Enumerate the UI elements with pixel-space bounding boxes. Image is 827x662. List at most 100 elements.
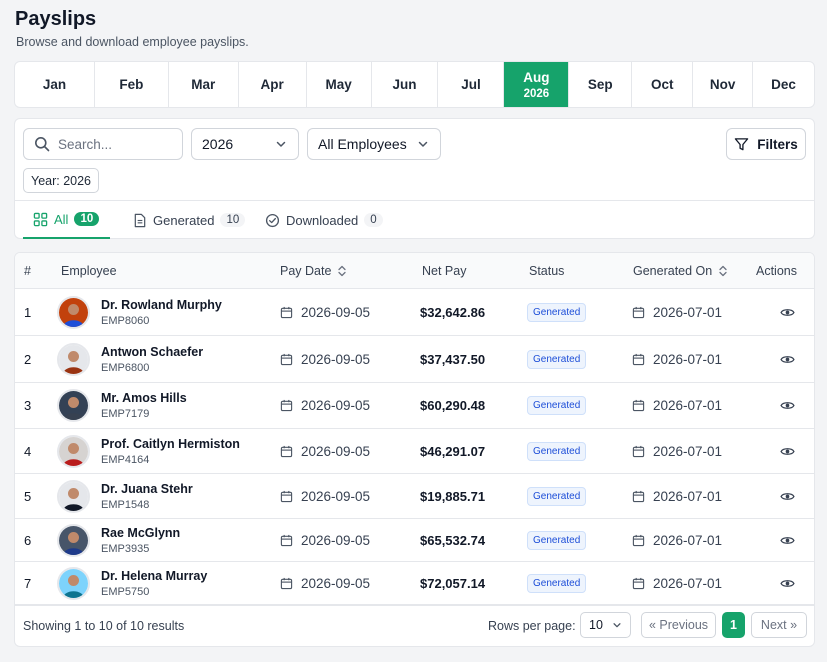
month-jul[interactable]: Jul	[438, 62, 505, 107]
employee-id: EMP1548	[101, 498, 150, 511]
filters-button[interactable]: Filters	[726, 128, 806, 160]
month-aug[interactable]: Aug 2026	[504, 62, 570, 107]
employee-name: Dr. Rowland Murphy	[101, 297, 222, 312]
year-select-value: 2026	[202, 136, 234, 152]
previous-page-button[interactable]: « Previous	[641, 612, 716, 638]
month-selector: Jan Feb Mar Apr May Jun Jul Aug 2026 Sep Oct Nov Dec	[14, 61, 815, 108]
pay-date-value: 2026-09-05	[301, 575, 371, 591]
avatar	[57, 295, 90, 329]
employee-cell: Rae McGlynn EMP3935	[57, 519, 180, 561]
calendar-icon	[280, 490, 293, 503]
employee-name: Prof. Caitlyn Hermiston	[101, 436, 240, 451]
month-nov[interactable]: Nov	[693, 62, 754, 107]
rows-per-page-select[interactable]: 10	[580, 612, 631, 638]
generated-on-cell: 2026-07-01	[632, 429, 722, 473]
generated-on-value: 2026-07-01	[653, 575, 723, 591]
calendar-icon	[280, 353, 293, 366]
row-number: 5	[24, 488, 32, 504]
month-sep[interactable]: Sep	[569, 62, 633, 107]
table-footer: Showing 1 to 10 of 10 results Rows per p…	[15, 605, 814, 646]
eye-icon	[780, 535, 795, 546]
month-may[interactable]: May	[307, 62, 372, 107]
month-label: Nov	[709, 77, 736, 92]
employee-id: EMP8060	[101, 314, 150, 327]
active-filter-chip[interactable]: Year: 2026	[23, 168, 100, 193]
sort-icon	[338, 265, 347, 277]
month-feb[interactable]: Feb	[95, 62, 169, 107]
month-apr[interactable]: Apr	[239, 62, 307, 107]
year-select[interactable]: 2026	[191, 128, 299, 160]
avatar	[57, 566, 90, 600]
next-page-button[interactable]: Next »	[751, 612, 807, 638]
month-label: Apr	[260, 77, 284, 92]
month-dec[interactable]: Dec	[753, 62, 814, 107]
header-status: Status	[529, 264, 565, 278]
view-button[interactable]	[780, 519, 795, 561]
view-button[interactable]	[780, 383, 795, 428]
calendar-icon	[280, 445, 293, 458]
calendar-icon	[632, 353, 645, 366]
table-row: 6 Rae McGlynn EMP3935 2026-09-05 $65,532.74 G…	[15, 519, 814, 562]
status-badge: Generated	[527, 530, 587, 550]
net-pay-value: $37,437.50	[420, 351, 486, 367]
chevron-down-icon	[418, 141, 428, 147]
generated-on-value: 2026-07-01	[653, 351, 723, 367]
filters-button-label: Filters	[757, 136, 798, 152]
eye-icon	[780, 354, 795, 365]
month-oct[interactable]: Oct	[632, 62, 694, 107]
search-input[interactable]	[58, 136, 168, 152]
tab-label: Downloaded	[286, 212, 359, 228]
status-badge: Generated	[527, 396, 587, 415]
status-cell: Generated	[527, 474, 587, 518]
status-badge: Generated	[527, 302, 587, 322]
eye-icon	[780, 446, 795, 457]
employee-select[interactable]: All Employees	[307, 128, 441, 160]
view-button[interactable]	[780, 336, 795, 382]
row-number: 6	[24, 532, 32, 548]
view-button[interactable]	[780, 289, 795, 335]
avatar	[57, 523, 90, 557]
tab-all[interactable]: All 10	[23, 201, 110, 239]
status-badge: Generated	[527, 349, 587, 369]
employee-cell: Dr. Helena Murray EMP5750	[57, 562, 207, 604]
header-pay-date[interactable]: Pay Date	[280, 253, 347, 289]
tab-count-badge: 10	[220, 213, 246, 227]
status-badge: Generated	[527, 573, 587, 593]
header-generated-on[interactable]: Generated On	[633, 253, 728, 289]
eye-icon	[780, 491, 795, 502]
row-number: 1	[24, 304, 32, 320]
eye-icon	[780, 307, 795, 318]
results-summary: Showing 1 to 10 of 10 results	[23, 619, 185, 633]
month-label: Jul	[461, 77, 481, 92]
view-button[interactable]	[780, 474, 795, 518]
status-badge: Generated	[527, 486, 587, 506]
row-number: 2	[24, 351, 32, 367]
chevron-down-icon	[613, 623, 621, 628]
view-button[interactable]	[780, 562, 795, 604]
month-jan[interactable]: Jan	[15, 62, 95, 107]
table-row: 5 Dr. Juana Stehr EMP1548 2026-09-05 $19,885…	[15, 474, 814, 519]
month-jun[interactable]: Jun	[372, 62, 439, 107]
document-icon	[133, 213, 147, 228]
tab-generated[interactable]: Generated 10	[123, 201, 246, 239]
month-mar[interactable]: Mar	[169, 62, 239, 107]
status-cell: Generated	[527, 562, 587, 604]
pay-date-value: 2026-09-05	[301, 398, 371, 413]
status-cell: Generated	[527, 336, 587, 382]
generated-on-cell: 2026-07-01	[632, 289, 722, 335]
tab-downloaded[interactable]: Downloaded 0	[255, 201, 383, 239]
view-button[interactable]	[780, 429, 795, 473]
month-label: Jan	[42, 77, 67, 92]
search-box[interactable]	[23, 128, 183, 160]
net-pay-value: $60,290.48	[420, 398, 486, 413]
generated-on-value: 2026-07-01	[653, 304, 723, 320]
month-label: Aug	[523, 69, 550, 85]
table-row: 3 Mr. Amos Hills EMP7179 2026-09-05 $60,290.…	[15, 383, 814, 429]
table-row: 2 Antwon Schaefer EMP6800 2026-09-05 $37,437…	[15, 336, 814, 383]
calendar-icon	[632, 399, 645, 412]
calendar-icon	[632, 577, 645, 590]
filter-panel: 2026 All Employees Filters Year: 2026 Al…	[14, 118, 815, 239]
page-1-button[interactable]: 1	[722, 612, 745, 638]
month-year: 2026	[523, 87, 550, 100]
eye-icon	[780, 578, 795, 589]
